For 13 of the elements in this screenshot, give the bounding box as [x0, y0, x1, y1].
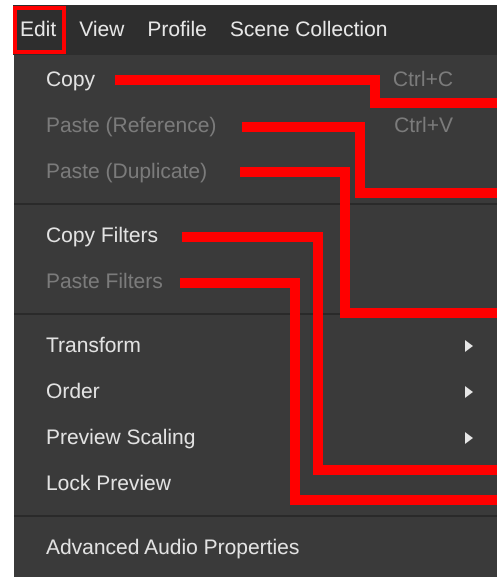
menu-item[interactable]: Lock Preview — [14, 461, 497, 507]
menu-bar-item[interactable]: View — [72, 6, 134, 54]
shortcut-label: Ctrl+V — [394, 114, 454, 138]
menu-bar-item[interactable]: Profile — [140, 6, 217, 54]
menu-item[interactable]: Order — [14, 369, 497, 415]
menu-bar-item[interactable]: Scene Collection — [222, 6, 398, 54]
menu-item[interactable]: Copy Ctrl+C — [14, 57, 497, 103]
menu-item[interactable]: Preview Scaling — [14, 415, 497, 461]
menu-item[interactable]: Transform — [14, 323, 497, 369]
menu-item[interactable]: Copy Filters — [14, 213, 497, 259]
menu-item[interactable]: Advanced Audio Properties — [14, 525, 497, 571]
menu-bar-item[interactable]: Edit — [13, 6, 66, 54]
shortcut-label: Ctrl+C — [392, 68, 454, 92]
